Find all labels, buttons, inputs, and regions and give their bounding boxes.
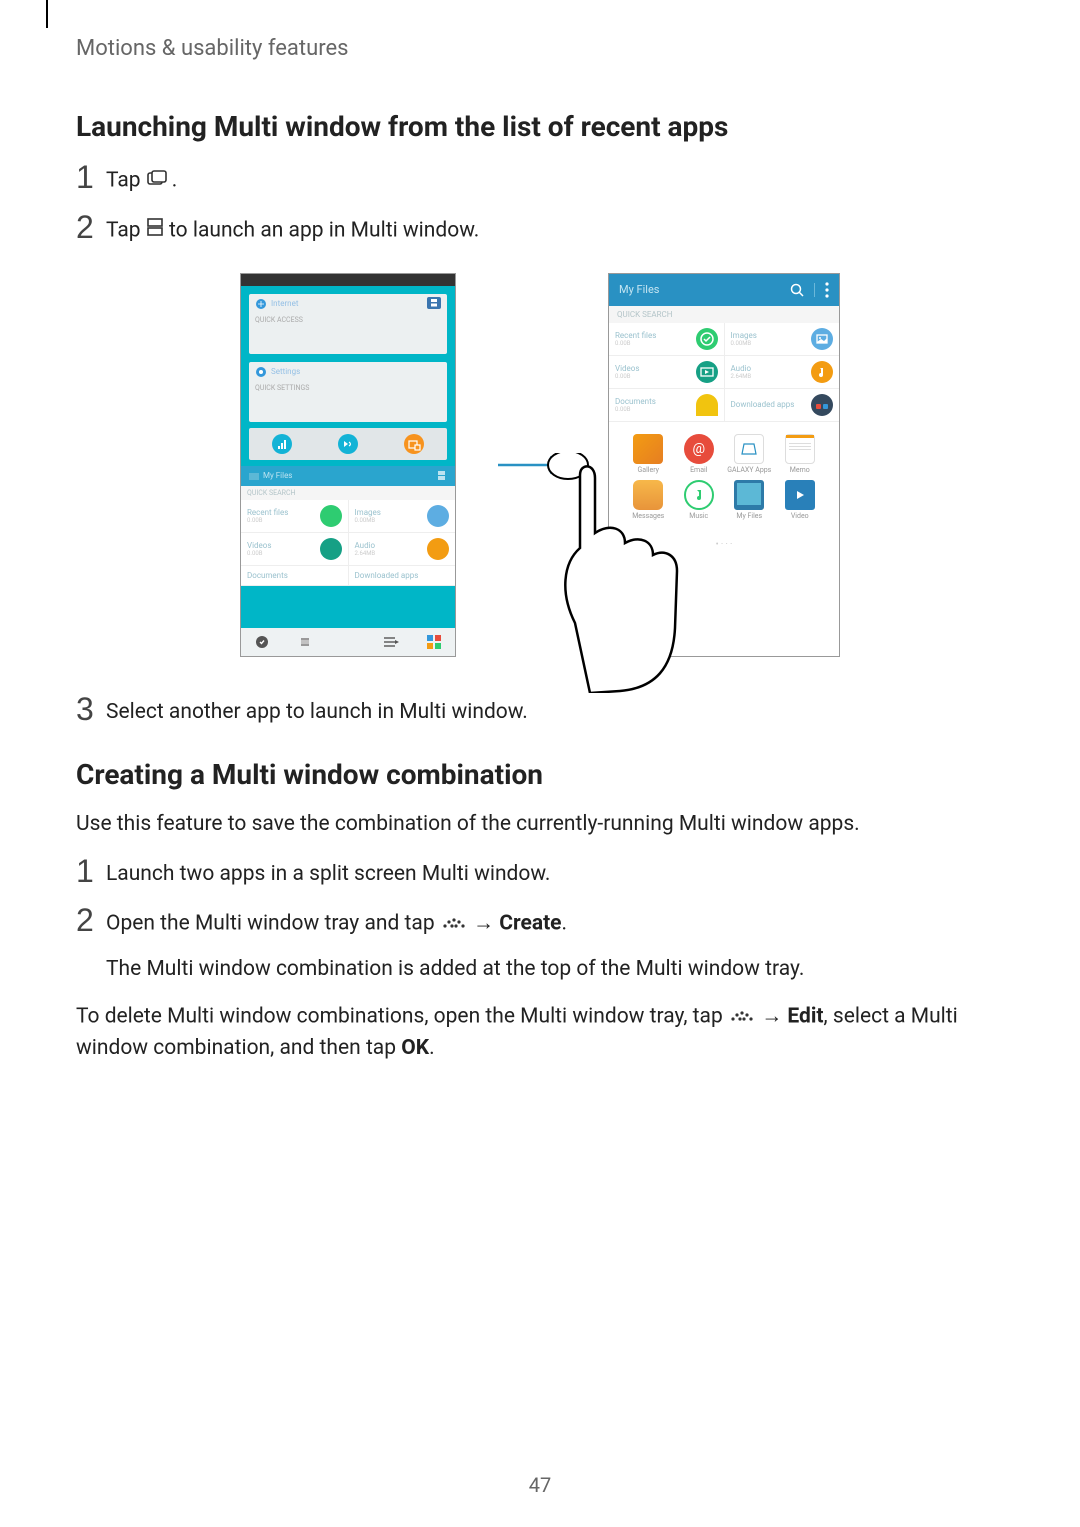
videos-icon xyxy=(320,538,342,560)
internet-icon xyxy=(255,298,267,310)
images-icon[interactable] xyxy=(811,328,833,350)
search-icon[interactable] xyxy=(790,283,804,297)
toolbar-icon-2[interactable] xyxy=(298,635,312,649)
edit-label: Edit xyxy=(787,1005,823,1029)
left-screen: Internet QUICK ACCESS Settings QUICK SET… xyxy=(240,273,456,657)
recent-icon[interactable] xyxy=(696,328,718,350)
arrow-text: → xyxy=(468,911,499,935)
action-icon-2[interactable] xyxy=(338,434,358,454)
page-number: 47 xyxy=(0,1473,1080,1497)
images-icon xyxy=(427,505,449,527)
apps-icon[interactable] xyxy=(427,635,441,649)
audio-icon xyxy=(427,538,449,560)
multi-window-icon[interactable] xyxy=(427,297,441,309)
toolbar-icon-1[interactable] xyxy=(255,635,269,649)
app-memo[interactable]: Memo xyxy=(777,434,824,474)
step-1-text-pre: Tap xyxy=(106,168,146,192)
my-files-title: My Files xyxy=(619,283,659,296)
tray-dots-icon xyxy=(729,1001,755,1033)
s2-step-2-pre: Open the Multi window tray and tap xyxy=(106,911,440,935)
s2-step-2-number: 2 xyxy=(76,904,106,936)
s2-step-1-number: 1 xyxy=(76,855,106,887)
documents-icon[interactable] xyxy=(696,394,718,416)
multi-window-icon[interactable] xyxy=(437,471,447,481)
action-icon-1[interactable] xyxy=(272,434,292,454)
arrow-text: → xyxy=(756,1005,787,1029)
ok-label: OK xyxy=(401,1036,429,1060)
folder-icon xyxy=(249,472,259,480)
settings-icon xyxy=(255,366,267,378)
step-2-number: 2 xyxy=(76,211,106,243)
recent-icon xyxy=(320,505,342,527)
finger-pointing-icon xyxy=(545,453,705,693)
step-3-number: 3 xyxy=(76,693,106,725)
step-2-text-post: to launch an app in Multi window. xyxy=(164,218,479,242)
step-3-text: Select another app to launch in Multi wi… xyxy=(106,693,528,729)
step-2-text-pre: Tap xyxy=(106,218,146,242)
app-galaxy-apps[interactable]: GALAXY Apps xyxy=(726,434,773,474)
s2-step-2-result: The Multi window combination is added at… xyxy=(106,954,804,986)
illustration: Internet QUICK ACCESS Settings QUICK SET… xyxy=(76,273,1004,657)
audio-icon[interactable] xyxy=(811,361,833,383)
section1-heading: Launching Multi window from the list of … xyxy=(76,110,1004,143)
quick-search-label: QUICK SEARCH xyxy=(241,486,455,500)
step-1-text-post: . xyxy=(172,168,178,192)
downloaded-icon[interactable] xyxy=(811,394,833,416)
app-myfiles[interactable]: My Files xyxy=(726,480,773,520)
recent-apps-icon xyxy=(147,165,171,197)
app-video[interactable]: Video xyxy=(777,480,824,520)
section2-heading: Creating a Multi window combination xyxy=(76,758,1004,791)
section2-intro: Use this feature to save the combination… xyxy=(76,809,1004,841)
create-label: Create xyxy=(499,911,561,935)
multi-window-icon xyxy=(147,215,163,247)
quick-search-label: QUICK SEARCH xyxy=(609,306,839,323)
page-header: Motions & usability features xyxy=(76,36,349,61)
step-1-number: 1 xyxy=(76,161,106,193)
my-files-header: My Files xyxy=(241,466,455,486)
delete-pre: To delete Multi window combinations, ope… xyxy=(76,1005,728,1029)
more-icon[interactable] xyxy=(825,282,829,298)
toolbar-icon-3[interactable] xyxy=(383,636,399,648)
videos-icon[interactable] xyxy=(696,361,718,383)
tray-dots-icon xyxy=(441,908,467,940)
action-icon-3[interactable] xyxy=(404,434,424,454)
s2-step-1-text: Launch two apps in a split screen Multi … xyxy=(106,855,550,891)
